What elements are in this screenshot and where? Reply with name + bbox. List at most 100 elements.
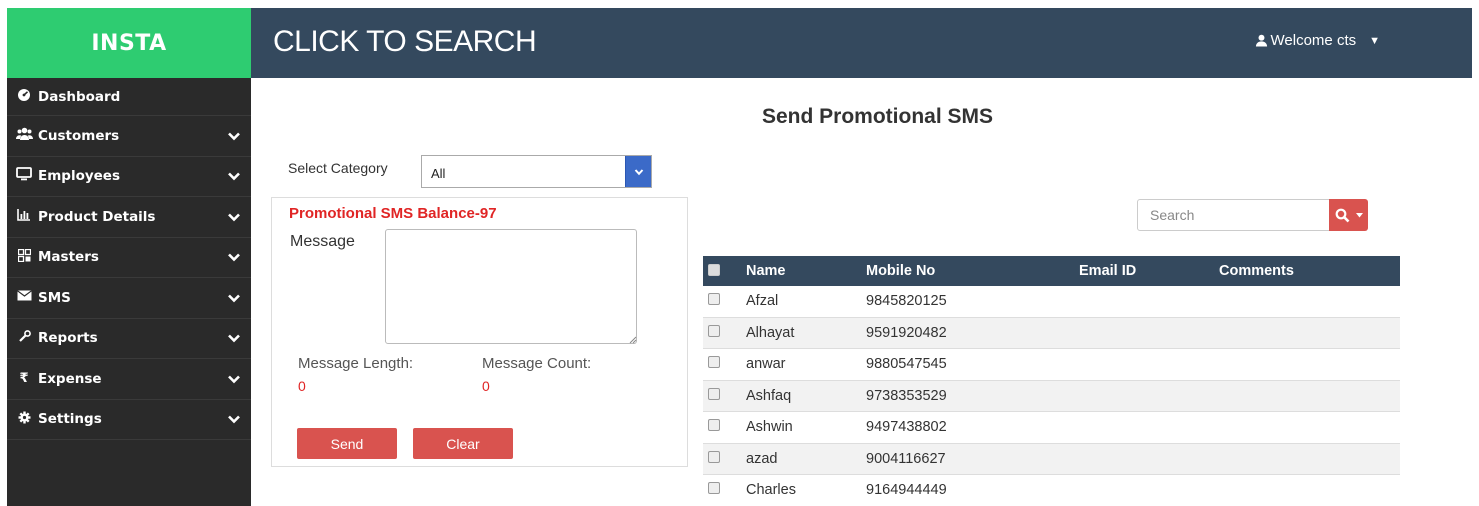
column-header-email[interactable]: Email ID (1079, 263, 1136, 279)
user-menu[interactable]: Welcome cts ▼ (1255, 32, 1380, 49)
chevron-down-icon (634, 168, 643, 175)
column-header-name[interactable]: Name (746, 263, 786, 279)
wrench-icon (15, 329, 33, 347)
cell-name: Ashwin (746, 419, 793, 435)
search-placeholder: Search (1150, 207, 1195, 223)
cell-mobile: 9164944449 (866, 482, 947, 498)
chevron-down-icon (228, 172, 240, 181)
sidebar-item-dashboard[interactable]: Dashboard (7, 78, 251, 116)
table-row[interactable]: Charles 9164944449 (703, 475, 1400, 506)
gear-icon (15, 411, 33, 428)
sidebar-item-label: Reports (38, 330, 98, 347)
sidebar-item-label: SMS (38, 289, 71, 306)
chevron-down-icon (228, 415, 240, 424)
send-button[interactable]: Send (297, 428, 397, 459)
sidebar-item-label: Customers (38, 127, 120, 144)
cell-name: Ashfaq (746, 387, 792, 404)
column-header-comments[interactable]: Comments (1219, 263, 1294, 279)
contacts-table: Name Mobile No Email ID Comments Afzal 9… (703, 256, 1400, 506)
row-checkbox[interactable] (708, 450, 720, 463)
click-to-search-link[interactable]: CLICK TO SEARCH (273, 25, 537, 59)
caret-down-icon (1355, 212, 1363, 217)
cell-name: Afzal (746, 293, 779, 309)
sidebar-item-masters[interactable]: Masters (7, 238, 251, 278)
dashboard-icon (15, 88, 33, 106)
sidebar-item-sms[interactable]: SMS (7, 278, 251, 319)
table-row[interactable]: Alhayat 9591920482 (703, 317, 1400, 349)
column-header-mobile[interactable]: Mobile No (866, 263, 935, 279)
cell-mobile: 9004116627 (866, 450, 946, 467)
cell-mobile: 9845820125 (866, 293, 947, 309)
table-row[interactable]: Afzal 9845820125 (703, 286, 1400, 318)
category-select[interactable]: All (421, 155, 652, 188)
message-count-label: Message Count: (482, 355, 592, 372)
table-row[interactable]: Ashwin 9497438802 (703, 412, 1400, 444)
sidebar-item-label: Product Details (38, 208, 156, 225)
cell-mobile: 9591920482 (866, 324, 947, 341)
sidebar-item-label: Masters (38, 249, 99, 266)
row-checkbox[interactable] (708, 324, 720, 337)
select-arrow-button[interactable] (625, 156, 651, 187)
cell-name: anwar (746, 356, 786, 372)
sidebar-item-label: Employees (38, 168, 121, 185)
chevron-down-icon (228, 132, 240, 141)
sidebar-item-label: Settings (38, 411, 102, 428)
row-checkbox[interactable] (708, 387, 720, 400)
sms-form-panel: Promotional SMS Balance-97 Message Messa… (271, 197, 688, 467)
desktop-icon (15, 167, 33, 185)
welcome-text: Welcome cts (1270, 32, 1357, 49)
sidebar-item-expense[interactable]: ₹ Expense (7, 359, 251, 400)
message-count-value: 0 (482, 378, 490, 394)
sidebar-item-customers[interactable]: Customers (7, 116, 251, 157)
sidebar-item-label: Dashboard (38, 88, 121, 105)
select-all-checkbox[interactable] (708, 264, 720, 276)
cell-name: Alhayat (746, 324, 795, 341)
sidebar-item-label: Expense (38, 370, 102, 387)
table-row[interactable]: azad 9004116627 (703, 443, 1400, 475)
chevron-down-icon (228, 213, 240, 222)
search-icon (1335, 208, 1349, 222)
resize-handle-icon[interactable] (628, 335, 637, 344)
bar-chart-icon (15, 208, 33, 225)
sidebar-item-employees[interactable]: Employees (7, 157, 251, 197)
rupee-icon: ₹ (19, 371, 29, 387)
cell-name: Charles (746, 482, 796, 498)
sidebar: Dashboard Customers Employees Product De… (7, 78, 251, 506)
message-textarea[interactable] (385, 229, 637, 344)
caret-down-icon: ▼ (1369, 34, 1380, 47)
sidebar-item-settings[interactable]: Settings (7, 400, 251, 440)
chevron-down-icon (228, 294, 240, 303)
cell-name: azad (746, 450, 778, 467)
search-input[interactable]: Search (1137, 199, 1330, 231)
category-select-value: All (431, 166, 446, 181)
category-label: Select Category (288, 160, 388, 176)
brand-logo[interactable]: INSTA (7, 8, 251, 78)
grid-icon (15, 248, 33, 266)
row-checkbox[interactable] (708, 293, 720, 305)
row-checkbox[interactable] (708, 419, 720, 431)
chevron-down-icon (228, 375, 240, 384)
cell-mobile: 9738353529 (866, 387, 947, 404)
cell-mobile: 9497438802 (866, 419, 947, 435)
table-row[interactable]: anwar 9880547545 (703, 349, 1400, 381)
chevron-down-icon (228, 253, 240, 262)
table-row[interactable]: Ashfaq 9738353529 (703, 380, 1400, 412)
sidebar-item-product-details[interactable]: Product Details (7, 197, 251, 238)
envelope-icon (15, 290, 33, 305)
clear-button[interactable]: Clear (413, 428, 513, 459)
chevron-down-icon (228, 334, 240, 343)
search-button[interactable] (1329, 199, 1368, 231)
row-checkbox[interactable] (708, 356, 720, 368)
message-label: Message (290, 233, 355, 250)
user-icon (1255, 34, 1267, 47)
sidebar-item-reports[interactable]: Reports (7, 319, 251, 359)
message-length-label: Message Length: (298, 355, 414, 372)
app-frame: INSTA CLICK TO SEARCH Welcome cts ▼ Dash… (0, 0, 1479, 506)
table-header: Name Mobile No Email ID Comments (703, 256, 1400, 286)
cell-mobile: 9880547545 (866, 356, 947, 372)
sms-balance: Promotional SMS Balance-97 (289, 205, 497, 222)
users-icon (15, 127, 33, 145)
row-checkbox[interactable] (708, 482, 720, 494)
message-length-value: 0 (298, 378, 306, 394)
page-title: Send Promotional SMS (762, 105, 994, 128)
